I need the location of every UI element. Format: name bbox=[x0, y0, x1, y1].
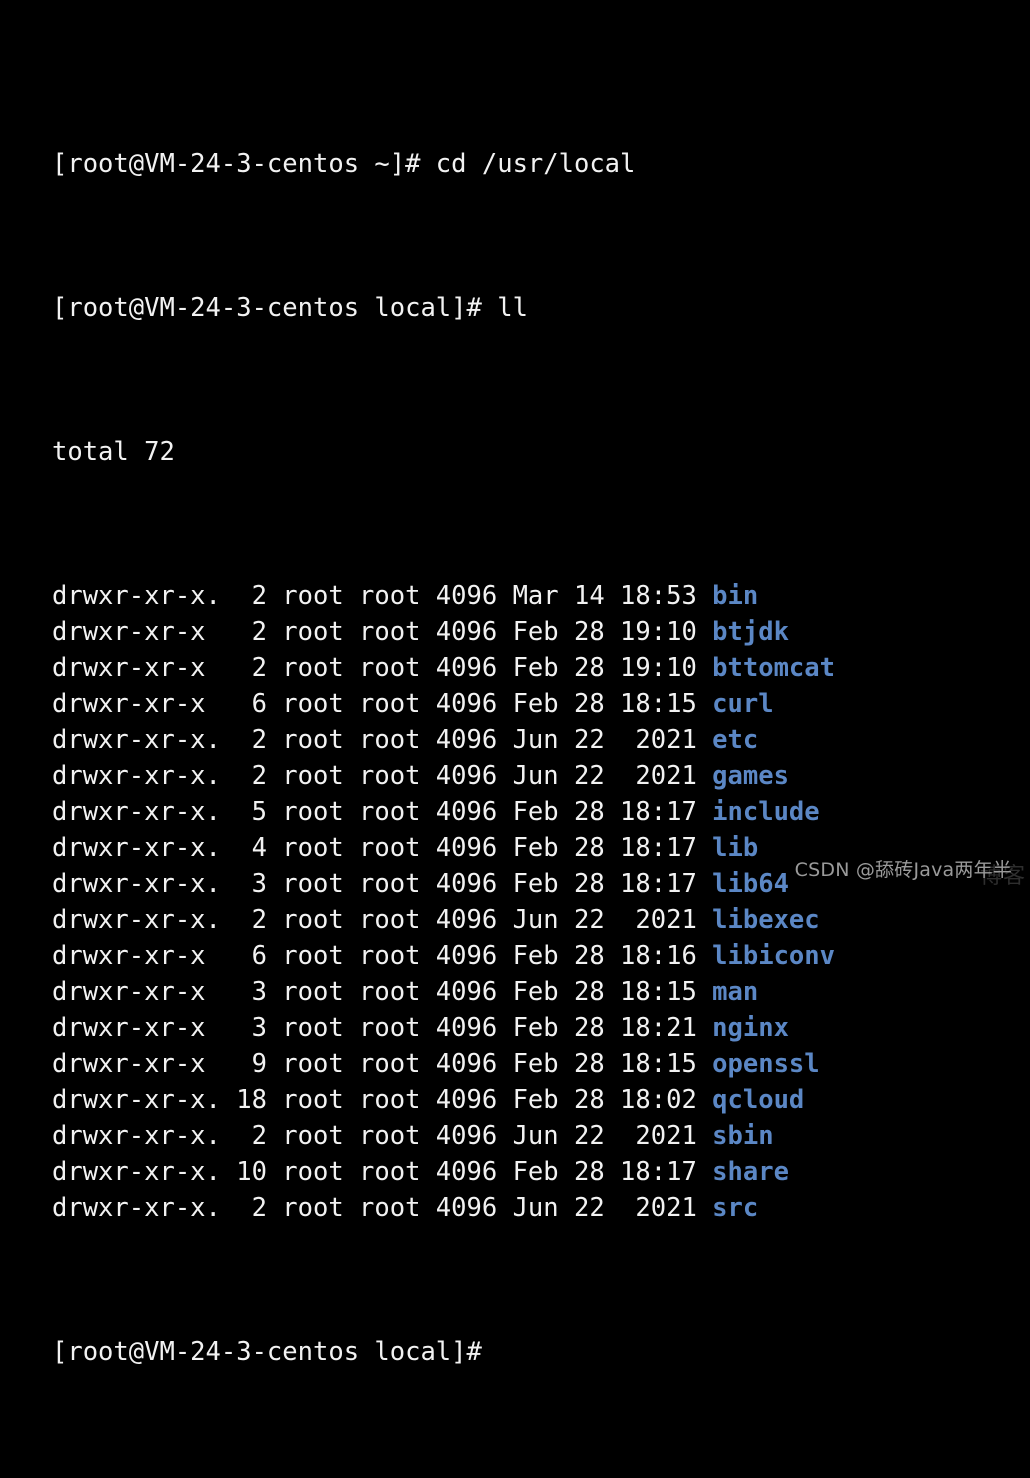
listing-row-metadata: drwxr-xr-x 9 root root 4096 Feb 28 18:15 bbox=[52, 1049, 713, 1079]
listing-row-name: games bbox=[712, 761, 789, 791]
listing-row-metadata: drwxr-xr-x. 2 root root 4096 Mar 14 18:5… bbox=[52, 581, 713, 611]
listing-row-name: qcloud bbox=[712, 1085, 805, 1115]
listing-row: drwxr-xr-x 2 root root 4096 Feb 28 19:10… bbox=[52, 650, 1030, 686]
command-line-final-prompt: [root@VM-24-3-centos local]# bbox=[52, 1334, 1030, 1370]
listing-row-metadata: drwxr-xr-x 6 root root 4096 Feb 28 18:16 bbox=[52, 941, 713, 971]
final-prompt-text: [root@VM-24-3-centos local]# bbox=[52, 1337, 482, 1367]
command-line-cd-text: [root@VM-24-3-centos ~]# cd /usr/local bbox=[52, 149, 636, 179]
listing-row-metadata: drwxr-xr-x 3 root root 4096 Feb 28 18:15 bbox=[52, 977, 713, 1007]
listing-row: drwxr-xr-x. 10 root root 4096 Feb 28 18:… bbox=[52, 1154, 1030, 1190]
listing-row-name: lib bbox=[712, 833, 759, 863]
listing-row-name: nginx bbox=[712, 1013, 789, 1043]
listing-row-name: man bbox=[712, 977, 759, 1007]
listing-row-name: bin bbox=[712, 581, 759, 611]
listing-row-name: openssl bbox=[712, 1049, 820, 1079]
total-line-text: total 72 bbox=[52, 437, 175, 467]
listing-row-name: sbin bbox=[712, 1121, 774, 1151]
watermark-csdn: CSDN @舔砖Java两年半 bbox=[794, 859, 1012, 881]
total-line: total 72 bbox=[52, 434, 1030, 470]
listing-row: drwxr-xr-x. 5 root root 4096 Feb 28 18:1… bbox=[52, 794, 1030, 830]
listing-row-name: etc bbox=[712, 725, 759, 755]
listing-row: drwxr-xr-x 3 root root 4096 Feb 28 18:15… bbox=[52, 974, 1030, 1010]
listing-row-metadata: drwxr-xr-x 2 root root 4096 Feb 28 19:10 bbox=[52, 653, 713, 683]
listing-row: drwxr-xr-x 6 root root 4096 Feb 28 18:16… bbox=[52, 938, 1030, 974]
listing-row-name: libexec bbox=[712, 905, 820, 935]
listing-row-name: libiconv bbox=[712, 941, 835, 971]
listing-row-name: bttomcat bbox=[712, 653, 835, 683]
listing-row: drwxr-xr-x 3 root root 4096 Feb 28 18:21… bbox=[52, 1010, 1030, 1046]
listing-row: drwxr-xr-x 2 root root 4096 Feb 28 19:10… bbox=[52, 614, 1030, 650]
listing-row-metadata: drwxr-xr-x. 2 root root 4096 Jun 22 2021 bbox=[52, 1193, 713, 1223]
command-line-ll: [root@VM-24-3-centos local]# ll bbox=[52, 290, 1030, 326]
listing-row-name: share bbox=[712, 1157, 789, 1187]
listing-row-metadata: drwxr-xr-x. 10 root root 4096 Feb 28 18:… bbox=[52, 1157, 713, 1187]
listing-row: drwxr-xr-x. 2 root root 4096 Jun 22 2021… bbox=[52, 758, 1030, 794]
listing-row: drwxr-xr-x. 2 root root 4096 Jun 22 2021… bbox=[52, 722, 1030, 758]
terminal-window[interactable]: [root@VM-24-3-centos ~]# cd /usr/local [… bbox=[0, 0, 1030, 1367]
listing-row-metadata: drwxr-xr-x. 4 root root 4096 Feb 28 18:1… bbox=[52, 833, 713, 863]
listing-row: drwxr-xr-x 6 root root 4096 Feb 28 18:15… bbox=[52, 686, 1030, 722]
listing-row-name: lib64 bbox=[712, 869, 789, 899]
listing-row-name: curl bbox=[712, 689, 774, 719]
directory-listing: drwxr-xr-x. 2 root root 4096 Mar 14 18:5… bbox=[52, 578, 1030, 1226]
listing-row: drwxr-xr-x. 18 root root 4096 Feb 28 18:… bbox=[52, 1082, 1030, 1118]
listing-row-metadata: drwxr-xr-x. 18 root root 4096 Feb 28 18:… bbox=[52, 1085, 713, 1115]
command-line-ll-text: [root@VM-24-3-centos local]# ll bbox=[52, 293, 528, 323]
listing-row-metadata: drwxr-xr-x. 2 root root 4096 Jun 22 2021 bbox=[52, 905, 713, 935]
listing-row-metadata: drwxr-xr-x. 3 root root 4096 Feb 28 18:1… bbox=[52, 869, 713, 899]
listing-row-name: btjdk bbox=[712, 617, 789, 647]
terminal-output: [root@VM-24-3-centos ~]# cd /usr/local [… bbox=[52, 38, 1030, 1478]
listing-row: drwxr-xr-x 9 root root 4096 Feb 28 18:15… bbox=[52, 1046, 1030, 1082]
listing-row-metadata: drwxr-xr-x. 2 root root 4096 Jun 22 2021 bbox=[52, 1121, 713, 1151]
listing-row-metadata: drwxr-xr-x. 2 root root 4096 Jun 22 2021 bbox=[52, 725, 713, 755]
listing-row-metadata: drwxr-xr-x. 5 root root 4096 Feb 28 18:1… bbox=[52, 797, 713, 827]
listing-row-metadata: drwxr-xr-x 6 root root 4096 Feb 28 18:15 bbox=[52, 689, 713, 719]
listing-row-name: src bbox=[712, 1193, 759, 1223]
listing-row-name: include bbox=[712, 797, 820, 827]
listing-row-metadata: drwxr-xr-x 3 root root 4096 Feb 28 18:21 bbox=[52, 1013, 713, 1043]
listing-row: drwxr-xr-x. 2 root root 4096 Jun 22 2021… bbox=[52, 1190, 1030, 1226]
listing-row: drwxr-xr-x. 2 root root 4096 Mar 14 18:5… bbox=[52, 578, 1030, 614]
listing-row: drwxr-xr-x. 2 root root 4096 Jun 22 2021… bbox=[52, 902, 1030, 938]
listing-row-metadata: drwxr-xr-x 2 root root 4096 Feb 28 19:10 bbox=[52, 617, 713, 647]
command-line-cd: [root@VM-24-3-centos ~]# cd /usr/local bbox=[52, 146, 1030, 182]
listing-row: drwxr-xr-x. 2 root root 4096 Jun 22 2021… bbox=[52, 1118, 1030, 1154]
listing-row-metadata: drwxr-xr-x. 2 root root 4096 Jun 22 2021 bbox=[52, 761, 713, 791]
